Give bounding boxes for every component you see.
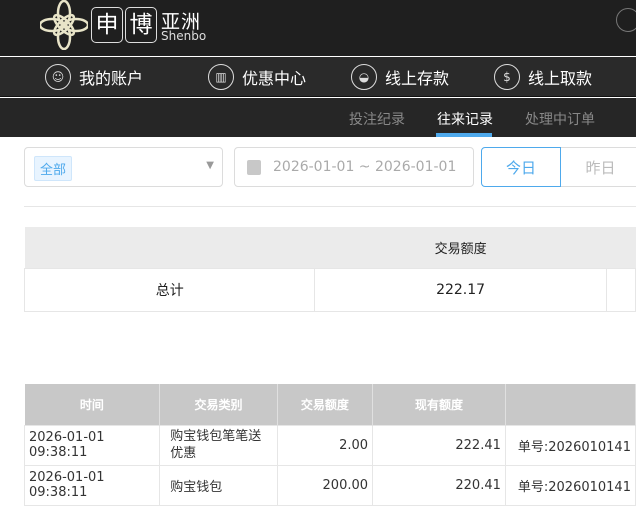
col-type: 交易类别 (159, 384, 278, 425)
today-button[interactable]: 今日 (481, 147, 561, 187)
selected-tag: 全部 (34, 156, 73, 181)
logo-text-en: Shenbo (161, 29, 207, 43)
cell-note: 单号:2026010141 (504, 424, 636, 466)
user-icon: ☺ (45, 64, 71, 90)
deposit-icon: ◒ (351, 64, 377, 90)
cell-note: 单号:2026010141 (504, 464, 636, 506)
col-amount: 交易额度 (277, 384, 374, 425)
user-icon[interactable] (616, 8, 636, 32)
nav-my-account[interactable]: ☺ 我的账户 (45, 63, 143, 91)
type-select[interactable]: 全部 ▼ (24, 147, 223, 187)
col-note (505, 384, 636, 425)
yesterday-button[interactable]: 昨日 (561, 147, 636, 187)
nav-withdraw[interactable]: $ 线上取款 (494, 63, 592, 91)
logo-char: 博 (125, 7, 157, 43)
nav-label: 我的账户 (79, 69, 144, 88)
nav-deposit[interactable]: ◒ 线上存款 (351, 63, 449, 91)
logo-char: 申 (91, 7, 123, 43)
table-row: 2026-01-01 09:38:11 购宝钱包笔笔送优惠 2.00 222.4… (23, 424, 636, 466)
cell-balance: 222.41 (372, 424, 506, 466)
gift-icon: ▥ (208, 64, 234, 90)
date-range-value: 2026-01-01 ~ 2026-01-01 (273, 159, 457, 175)
nav-label: 线上取款 (528, 69, 593, 88)
main-nav: ☺ 我的账户 ▥ 优惠中心 ◒ 线上存款 $ 线上取款 (0, 57, 636, 97)
calendar-icon (247, 159, 261, 175)
header: 申 博 亚洲 Shenbo (0, 0, 636, 56)
table-row: 2026-01-01 09:38:11 购宝钱包 200.00 220.41 单… (23, 464, 636, 506)
summary-value: 222.17 (314, 267, 607, 312)
col-balance: 现有额度 (372, 384, 506, 425)
cell-balance: 220.41 (372, 464, 506, 506)
cell-time: 2026-01-01 09:38:11 (23, 424, 161, 466)
cell-amount: 200.00 (276, 464, 374, 506)
tab-transactions[interactable]: 往来记录 (437, 109, 493, 129)
date-range-input[interactable]: 2026-01-01 ~ 2026-01-01 (234, 147, 474, 187)
records-table: 时间 交易类别 交易额度 现有额度 2026-01-01 09:38:11 购宝… (23, 384, 636, 506)
cell-amount: 2.00 (276, 424, 374, 466)
summary-label: 总计 (23, 267, 316, 312)
tab-pending-orders[interactable]: 处理中订单 (525, 109, 595, 129)
withdraw-icon: $ (494, 64, 520, 90)
summary-header: 交易额度 (314, 227, 607, 268)
cell-type: 购宝钱包 (159, 464, 278, 506)
summary-table: 交易额度 总计 222.17 (23, 227, 636, 312)
cell-time: 2026-01-01 09:38:11 (23, 464, 161, 506)
nav-label: 线上存款 (385, 69, 450, 88)
nav-promotions[interactable]: ▥ 优惠中心 (208, 63, 306, 91)
nav-label: 优惠中心 (242, 69, 307, 88)
logo-flower-icon (40, 0, 88, 50)
cell-type: 购宝钱包笔笔送优惠 (159, 424, 278, 466)
col-time: 时间 (24, 384, 161, 425)
caret-down-icon: ▼ (206, 160, 214, 171)
active-tab-indicator (436, 133, 492, 137)
sub-nav: 投注纪录 往来记录 处理中订单 (0, 98, 636, 137)
tab-bet-records[interactable]: 投注纪录 (349, 109, 405, 129)
divider (24, 206, 636, 207)
